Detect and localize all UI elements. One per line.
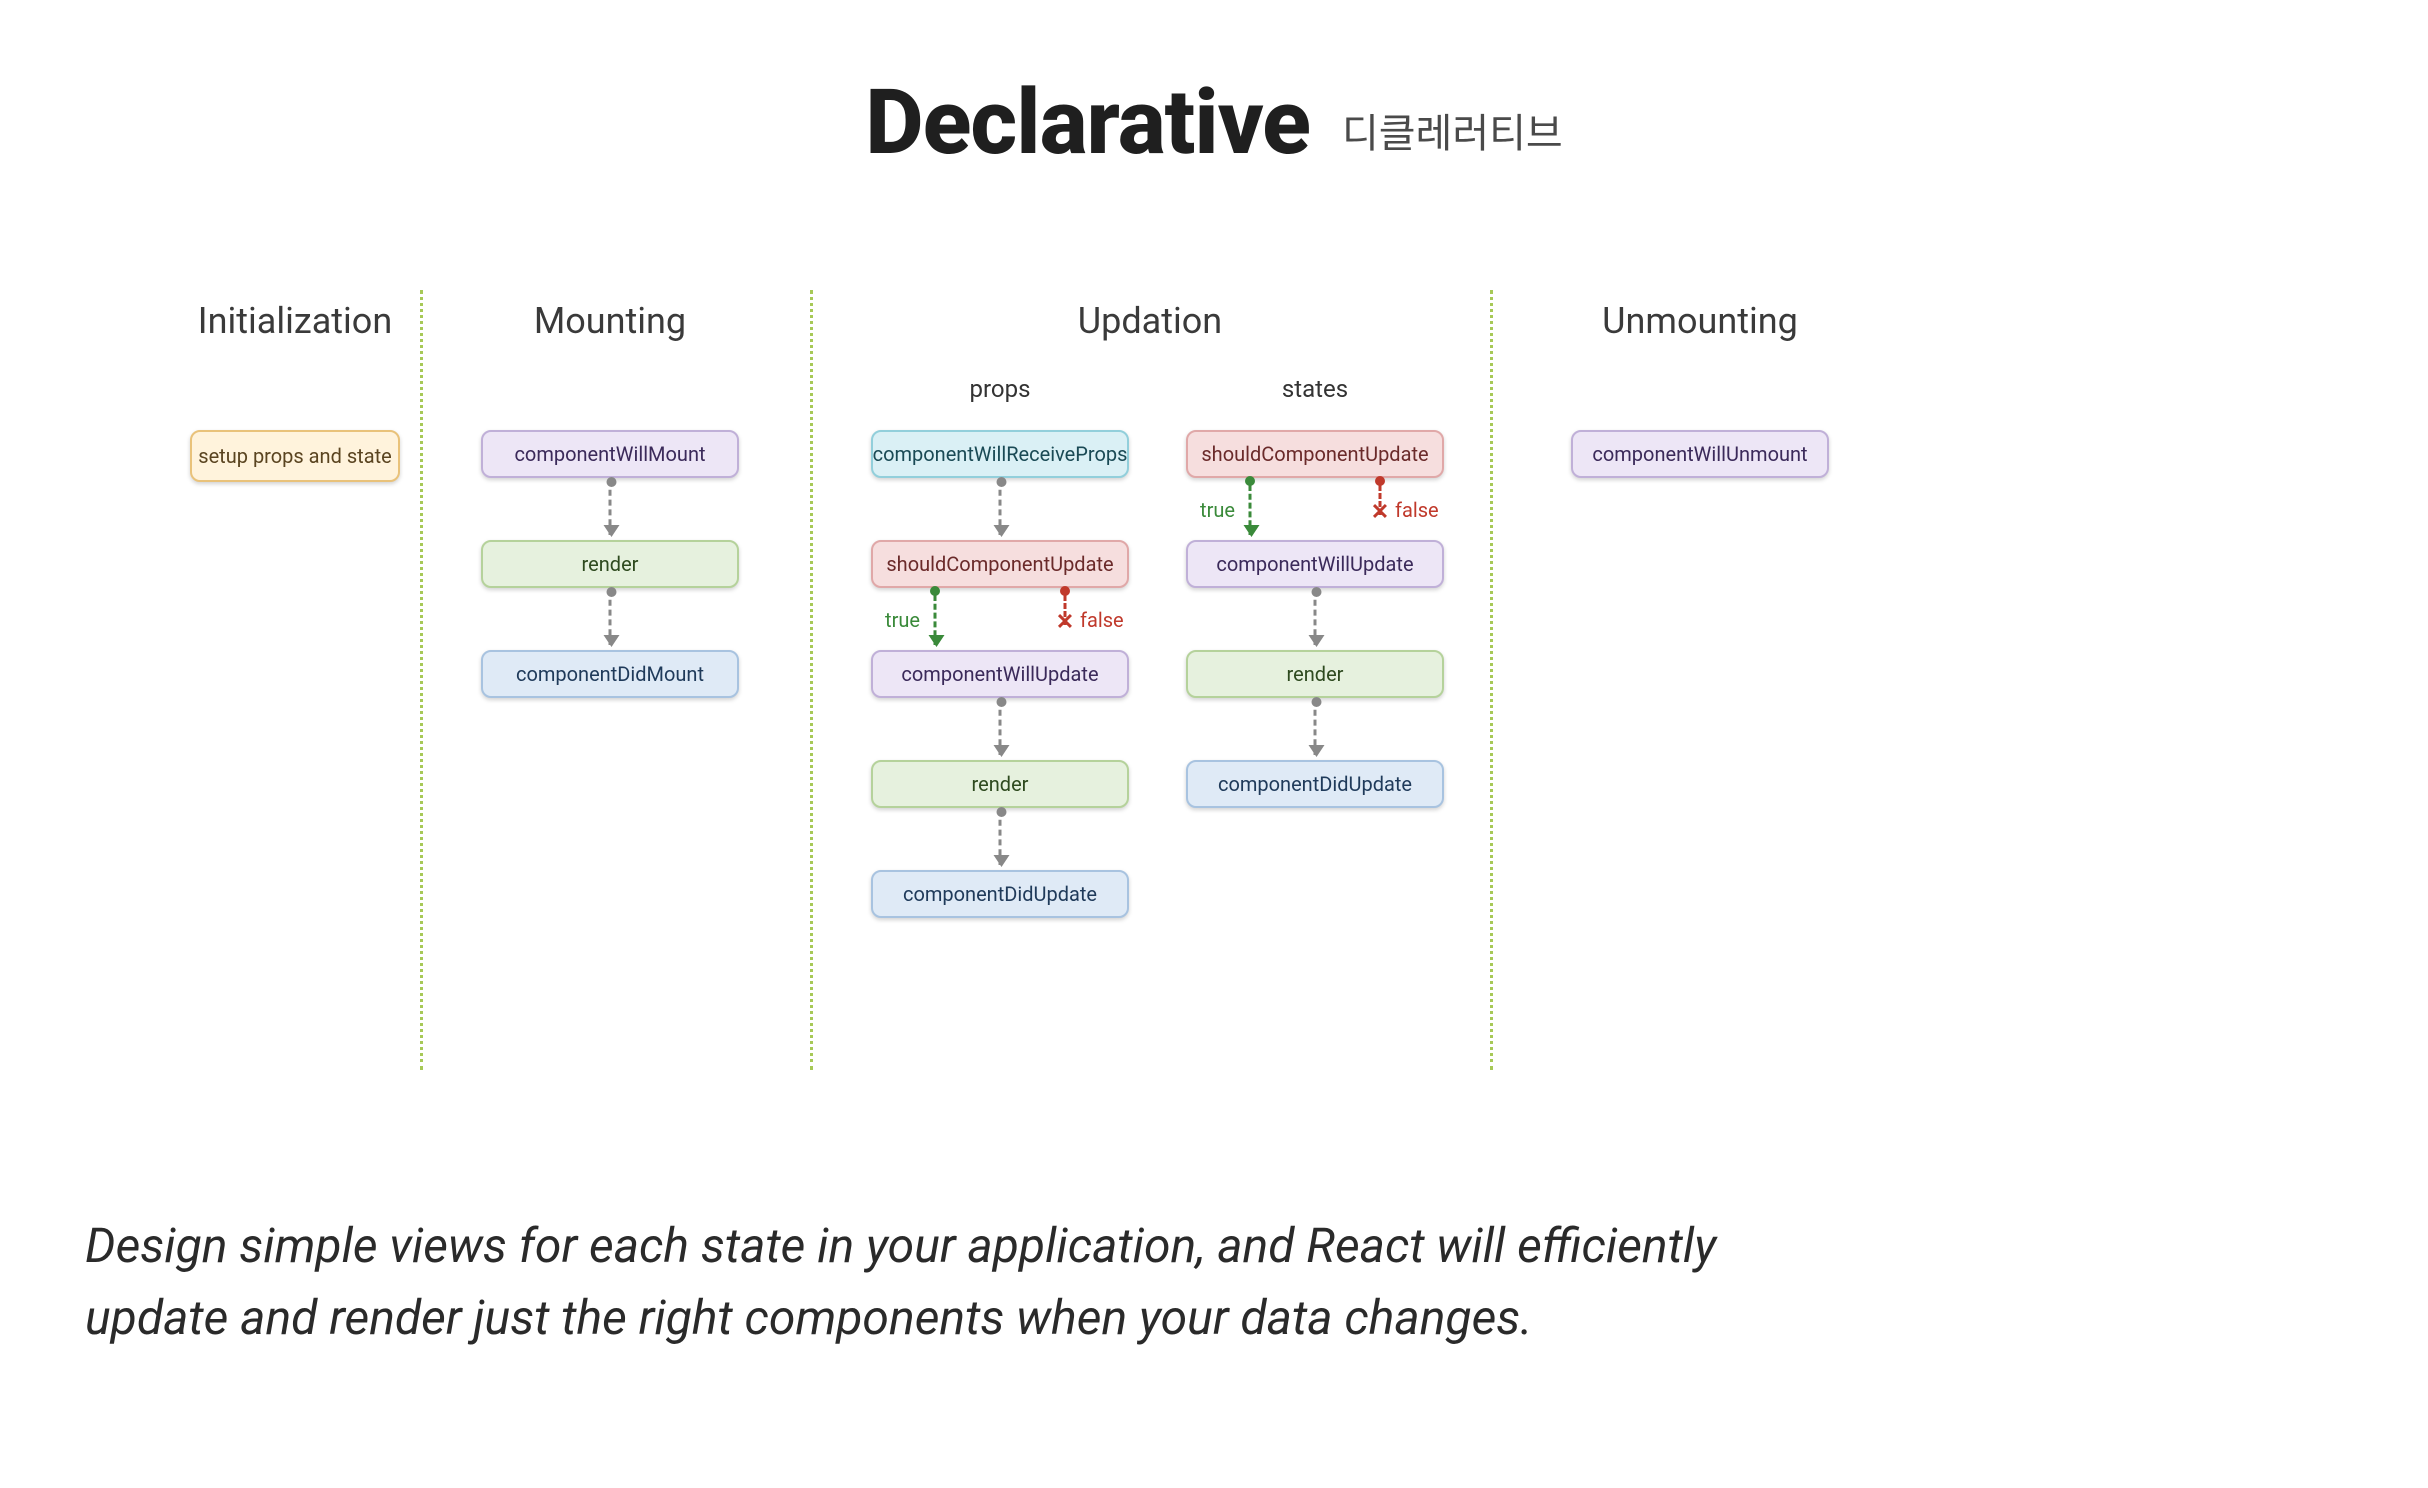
- divider-1: [420, 290, 423, 1070]
- arrow-scu-true-states: [1249, 485, 1252, 535]
- label-true-states: true: [1200, 498, 1235, 522]
- arrow-render-cdm: [609, 590, 612, 645]
- arrow-cwu-render-states: [1314, 590, 1317, 645]
- heading-main: Declarative: [865, 70, 1310, 175]
- node-shouldComponentUpdate-props: shouldComponentUpdate: [871, 540, 1129, 588]
- arrow-cwrp-scu: [999, 480, 1002, 535]
- node-componentWillUpdate-props: componentWillUpdate: [871, 650, 1129, 698]
- node-render-states: render: [1186, 650, 1444, 698]
- label-true-props: true: [885, 608, 920, 632]
- col-updation-title: Updation: [1078, 300, 1222, 342]
- x-icon-props: ✕: [1056, 610, 1074, 635]
- node-componentWillMount: componentWillMount: [481, 430, 739, 478]
- node-shouldComponentUpdate-states: shouldComponentUpdate: [1186, 430, 1444, 478]
- node-componentDidUpdate-states: componentDidUpdate: [1186, 760, 1444, 808]
- x-icon-states: ✕: [1371, 500, 1389, 525]
- heading-sub: 디클레러티브: [1342, 110, 1563, 157]
- arrow-cwm-render: [609, 480, 612, 535]
- arrow-scu-true-props: [934, 595, 937, 645]
- node-setup-props-state: setup props and state: [190, 430, 400, 482]
- label-false-states: false: [1395, 498, 1439, 522]
- arrow-render-cdu-props: [999, 810, 1002, 865]
- col-unmounting-title: Unmounting: [1602, 300, 1798, 342]
- node-componentDidUpdate-props: componentDidUpdate: [871, 870, 1129, 918]
- node-render-mount: render: [481, 540, 739, 588]
- col-mounting-title: Mounting: [534, 300, 686, 342]
- col-initialization-title: Initialization: [198, 300, 392, 342]
- updation-props-label: props: [970, 375, 1031, 403]
- node-componentWillReceiveProps: componentWillReceiveProps: [871, 430, 1129, 478]
- arrow-cwu-render-props: [999, 700, 1002, 755]
- lifecycle-diagram: Initialization Mounting Updation Unmount…: [190, 290, 1910, 1070]
- slide-caption: Design simple views for each state in yo…: [85, 1210, 1745, 1354]
- node-componentWillUpdate-states: componentWillUpdate: [1186, 540, 1444, 588]
- node-componentDidMount: componentDidMount: [481, 650, 739, 698]
- node-componentWillUnmount: componentWillUnmount: [1571, 430, 1829, 478]
- node-render-props: render: [871, 760, 1129, 808]
- divider-2: [810, 290, 813, 1070]
- label-false-props: false: [1080, 608, 1124, 632]
- page-heading: Declarative 디클레러티브: [0, 70, 2428, 175]
- divider-3: [1490, 290, 1493, 1070]
- arrow-render-cdu-states: [1314, 700, 1317, 755]
- updation-states-label: states: [1282, 375, 1348, 403]
